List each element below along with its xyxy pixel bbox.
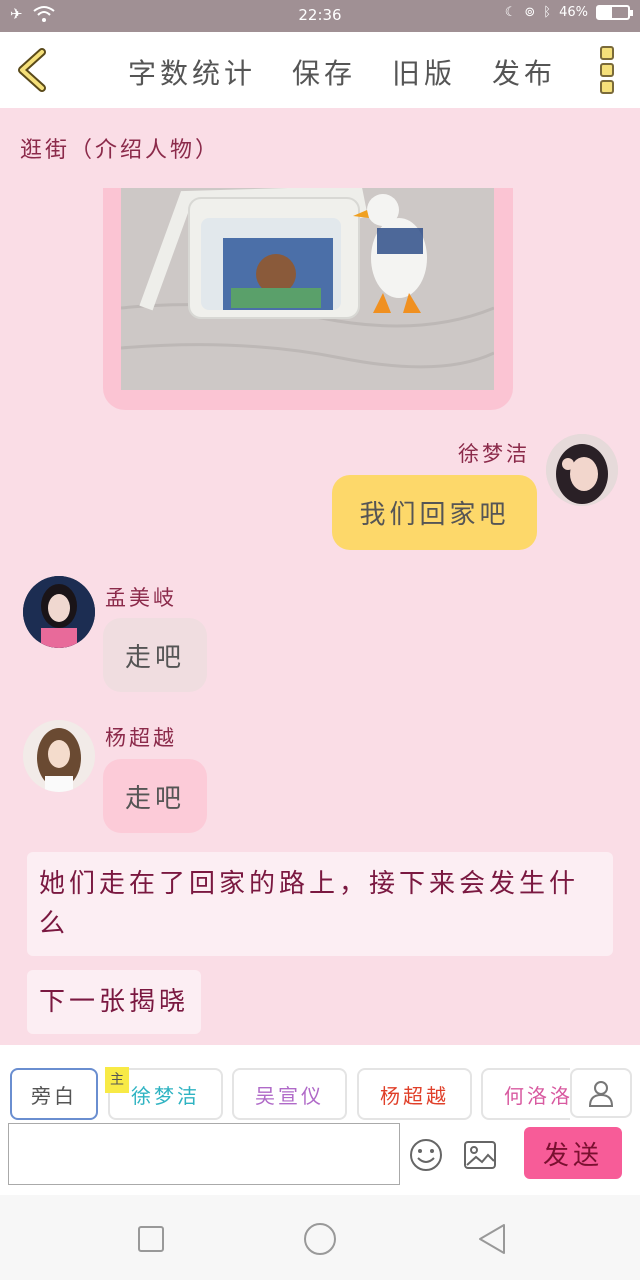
image-card: [103, 188, 513, 410]
more-menu-button[interactable]: [600, 46, 616, 94]
back-button[interactable]: [14, 48, 54, 92]
character-manage-button[interactable]: [570, 1068, 632, 1118]
battery-icon: [596, 5, 633, 20]
avatar[interactable]: [23, 576, 95, 648]
story-content: 逛街（介绍人物） 徐梦洁 我们回家吧 孟美岐 走吧 杨超越 走吧 她们走在了回家…: [0, 108, 640, 1045]
battery-percent: 46%: [559, 5, 588, 20]
chat-bubble[interactable]: 我们回家吧: [332, 475, 537, 550]
old-version-button[interactable]: 旧版: [392, 52, 456, 92]
host-badge: 主: [105, 1067, 129, 1093]
app-header: 字数统计 保存 旧版 发布: [0, 32, 640, 108]
home-button[interactable]: [300, 1219, 340, 1259]
recent-apps-button[interactable]: [131, 1219, 171, 1259]
header-actions: 字数统计 保存 旧版 发布: [128, 52, 556, 92]
save-button[interactable]: 保存: [292, 52, 356, 92]
emoji-icon[interactable]: [408, 1137, 444, 1173]
tab-character[interactable]: 何洛洛: [481, 1068, 570, 1120]
sender-name: 孟美岐: [105, 586, 177, 610]
message-input[interactable]: [8, 1123, 400, 1185]
bluetooth-icon: ᛒ: [543, 5, 552, 20]
person-icon: [588, 1081, 614, 1107]
tab-character[interactable]: 吴宣仪: [232, 1068, 347, 1120]
narration-text[interactable]: 下一张揭晓: [27, 970, 202, 1034]
moon-icon: ☾: [504, 5, 517, 20]
chat-bubble[interactable]: 走吧: [103, 759, 207, 833]
system-nav-bar: [0, 1195, 640, 1280]
tab-character[interactable]: 杨超越: [357, 1068, 472, 1120]
lock-rotation-icon: ⊚: [524, 5, 536, 20]
word-count-button[interactable]: 字数统计: [128, 52, 256, 92]
avatar[interactable]: [23, 720, 95, 792]
photo-bag-and-duck[interactable]: [121, 188, 494, 390]
tab-narrator[interactable]: 旁白: [10, 1068, 98, 1120]
narration-text[interactable]: 她们走在了回家的路上，接下来会发生什么: [27, 852, 613, 956]
sender-name: 杨超越: [105, 726, 177, 750]
back-nav-button[interactable]: [472, 1219, 512, 1259]
publish-button[interactable]: 发布: [492, 52, 556, 92]
send-button[interactable]: 发送: [524, 1127, 622, 1179]
status-right-icons: ☾ ⊚ ᛒ 46%: [504, 5, 633, 20]
image-icon[interactable]: [462, 1137, 498, 1173]
chat-bubble[interactable]: 走吧: [103, 618, 207, 692]
status-bar: ✈ 22:36 ☾ ⊚ ᛒ 46%: [0, 0, 640, 32]
composer: 旁白 徐梦洁 吴宣仪 杨超越 何洛洛 主 发送: [0, 1045, 640, 1195]
scene-title: 逛街（介绍人物）: [20, 138, 221, 163]
character-tabs: 旁白 徐梦洁 吴宣仪 杨超越 何洛洛: [10, 1068, 570, 1120]
avatar[interactable]: [546, 434, 618, 506]
sender-name: 徐梦洁: [458, 442, 530, 466]
